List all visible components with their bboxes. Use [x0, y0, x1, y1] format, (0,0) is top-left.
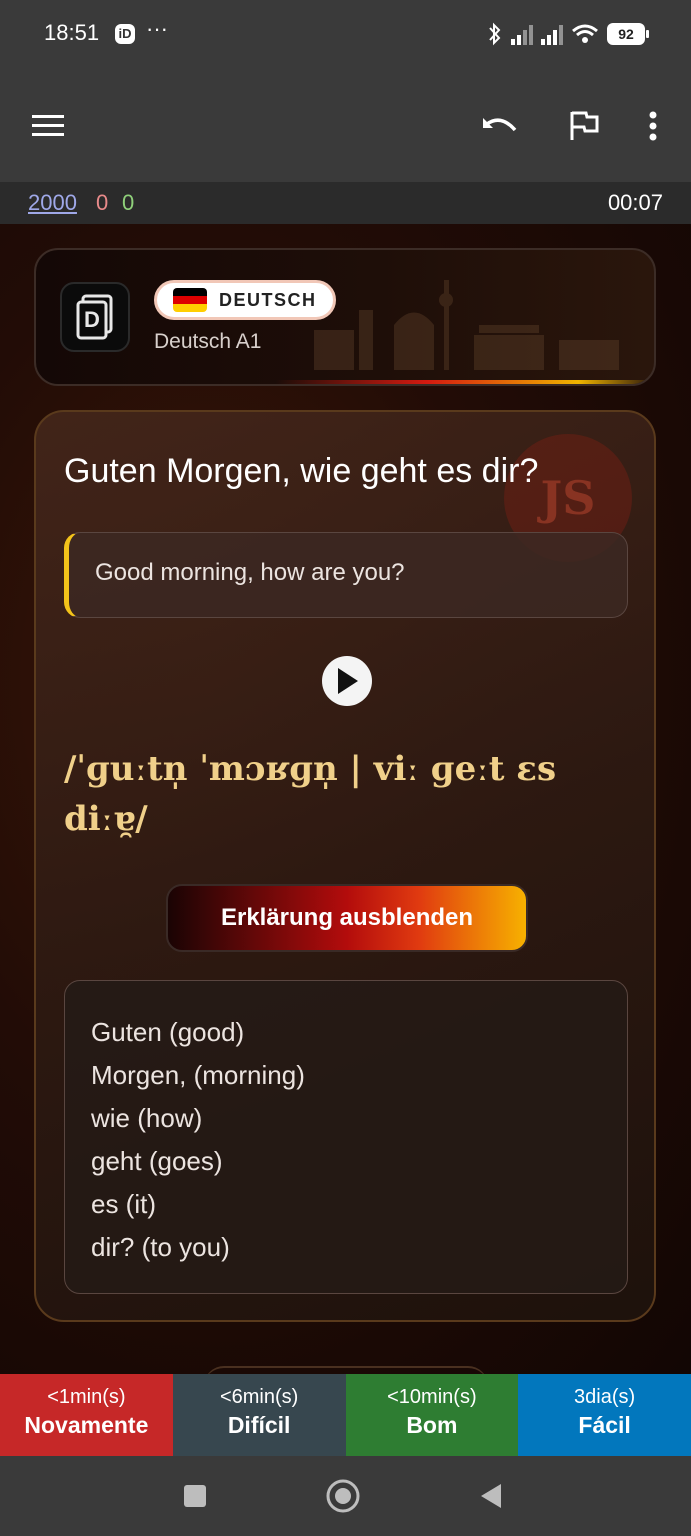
easy-button[interactable]: 3dia(s) Fácil	[518, 1374, 691, 1456]
learning-count: 0	[96, 190, 109, 215]
more-options-button[interactable]	[625, 98, 681, 154]
translation-text: Good morning, how are you?	[95, 559, 405, 586]
flashcard: JS Guten Morgen, wie geht es dir? Good m…	[34, 410, 656, 1322]
hard-interval: <6min(s)	[219, 1386, 299, 1408]
undo-icon	[483, 118, 517, 132]
new-count[interactable]: 2000	[28, 190, 77, 216]
status-bar: 18:51 iD ··· 92	[0, 0, 691, 68]
flag-icon	[570, 111, 599, 140]
bluetooth-icon	[489, 22, 501, 46]
breakdown-item: Guten (good)	[91, 1017, 245, 1047]
toggle-explanation-button[interactable]: Erklärung ausblenden	[166, 884, 528, 952]
ipa-transcription: /ˈɡuːtn̩ ˈmɔʁɡn̩ | viː ɡeːt ɛs diːɐ̯/	[64, 749, 557, 839]
app-bar	[0, 68, 691, 182]
breakdown-item: geht (goes)	[91, 1146, 223, 1176]
breakdown-item: Morgen, (morning)	[91, 1060, 305, 1090]
menu-icon	[32, 115, 64, 136]
language-label: DEUTSCH	[219, 289, 317, 310]
play-icon	[338, 668, 358, 694]
breakdown-item: wie (how)	[91, 1103, 203, 1133]
back-button[interactable]	[466, 1474, 516, 1518]
easy-interval: 3dia(s)	[574, 1386, 636, 1408]
translation-box: Good morning, how are you?	[64, 532, 628, 618]
word-breakdown-list: Guten (good) Morgen, (morning) wie (how)…	[91, 1011, 305, 1269]
deck-header: D DEUTSCH Deutsch A1	[34, 248, 656, 386]
recents-icon	[184, 1485, 206, 1507]
deck-logo: D	[60, 282, 130, 352]
header-accent-line	[276, 380, 654, 384]
card-counts-bar: 2000 0 0 00:07	[0, 182, 691, 224]
again-label: Novamente	[24, 1412, 149, 1438]
skyline-illustration	[314, 280, 619, 370]
answer-buttons: <1min(s) Novamente <6min(s) Difícil <10m…	[0, 1374, 691, 1456]
play-audio-button[interactable]	[322, 656, 372, 706]
german-flag-icon	[173, 288, 207, 312]
signal-2-icon	[541, 23, 563, 45]
next-element-peek	[204, 1366, 488, 1374]
home-icon	[326, 1479, 360, 1513]
good-interval: <10min(s)	[387, 1386, 477, 1408]
word-breakdown-box: Guten (good) Morgen, (morning) wie (how)…	[64, 980, 628, 1294]
easy-label: Fácil	[578, 1412, 631, 1438]
battery-icon: 92	[607, 23, 649, 45]
card-content-area: D DEUTSCH Deutsch A1 JS Guten Morgen, wi…	[0, 224, 691, 1374]
status-icons: 92	[487, 20, 649, 48]
system-nav-bar	[0, 1456, 691, 1536]
review-count: 0	[122, 190, 135, 215]
good-button[interactable]: <10min(s) Bom	[345, 1374, 519, 1456]
deck-logo-icon: D	[76, 294, 113, 340]
hard-label: Difícil	[227, 1412, 291, 1438]
deck-name: Deutsch A1	[154, 330, 262, 353]
good-label: Bom	[406, 1412, 458, 1438]
svg-text:D: D	[84, 307, 100, 332]
again-interval: <1min(s)	[47, 1386, 126, 1408]
card-timer: 00:07	[607, 190, 663, 215]
menu-button[interactable]	[20, 98, 76, 154]
question-text: Guten Morgen, wie geht es dir?	[64, 452, 539, 490]
wifi-icon	[572, 24, 598, 43]
more-vert-icon	[649, 111, 657, 141]
home-button[interactable]	[318, 1474, 368, 1518]
more-notifications-icon: ···	[146, 16, 168, 41]
hard-button[interactable]: <6min(s) Difícil	[172, 1374, 346, 1456]
back-icon	[481, 1484, 501, 1508]
recents-button[interactable]	[170, 1474, 220, 1518]
signal-1-icon	[511, 23, 533, 45]
breakdown-item: dir? (to you)	[91, 1232, 230, 1262]
status-time: 18:51	[44, 20, 100, 45]
breakdown-item: es (it)	[91, 1189, 156, 1219]
flag-button[interactable]	[556, 98, 612, 154]
language-badge: DEUTSCH	[154, 280, 336, 320]
undo-button[interactable]	[472, 98, 528, 154]
again-button[interactable]: <1min(s) Novamente	[0, 1374, 173, 1456]
app-notification-icon: iD	[115, 24, 135, 44]
